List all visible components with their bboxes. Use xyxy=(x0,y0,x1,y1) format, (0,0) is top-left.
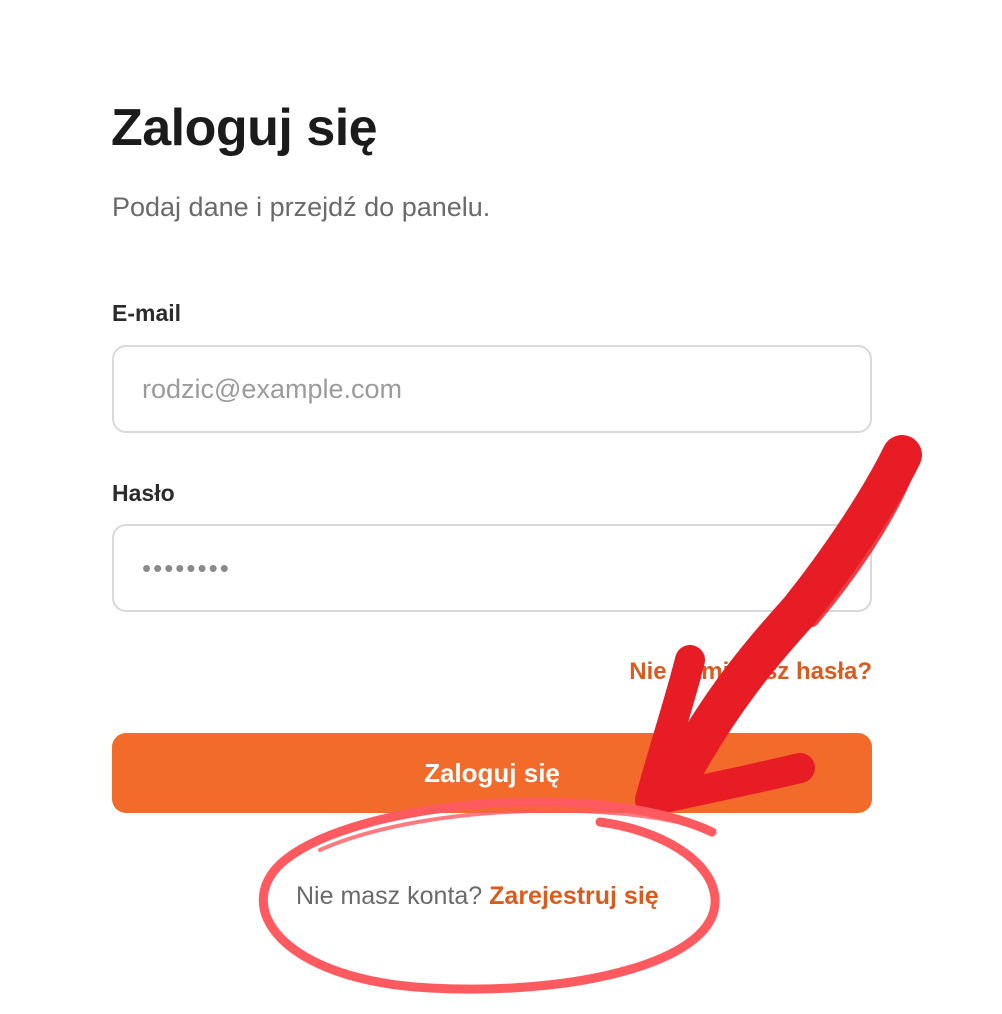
password-label: Hasło xyxy=(112,480,175,506)
email-label: E-mail xyxy=(112,300,182,326)
password-input[interactable] xyxy=(112,524,872,612)
login-page: Zaloguj się Podaj dane i przejdź do pane… xyxy=(0,0,1002,1014)
register-row: Nie masz konta? Zarejestruj się xyxy=(296,882,659,911)
forgot-password-link[interactable]: Nie pamiętasz hasła? xyxy=(629,658,872,686)
email-input[interactable] xyxy=(112,345,872,433)
register-link[interactable]: Zarejestruj się xyxy=(489,882,659,910)
login-button[interactable]: Zaloguj się xyxy=(112,733,872,813)
register-prompt: Nie masz konta? xyxy=(296,882,483,910)
page-subtitle: Podaj dane i przejdź do panelu. xyxy=(112,192,491,222)
page-title: Zaloguj się xyxy=(111,99,378,157)
